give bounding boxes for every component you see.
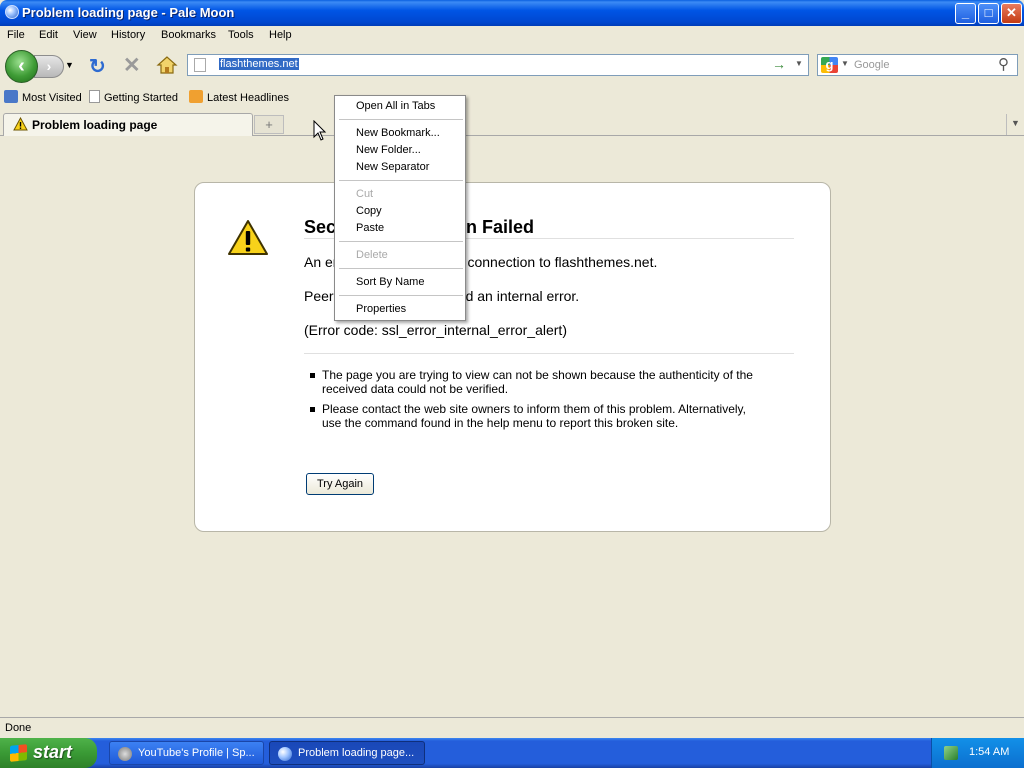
error-text: connection to flashthemes.net. (467, 254, 658, 270)
menu-separator (339, 295, 463, 296)
menu-file[interactable]: File (7, 29, 25, 41)
network-icon[interactable] (944, 746, 958, 760)
status-text: Done (5, 722, 32, 734)
error-page-container: Sec n Failed An er connection to flashthem… (194, 182, 831, 532)
menu-open-all-in-tabs[interactable]: Open All in Tabs (356, 100, 435, 112)
search-bar[interactable]: g ▼ Google ⚲ (817, 54, 1018, 76)
menu-history[interactable]: History (111, 29, 145, 41)
menu-separator (339, 180, 463, 181)
error-text: Peer (304, 288, 334, 304)
bullet-icon (310, 407, 315, 412)
bookmark-label: Getting Started (104, 92, 178, 104)
system-tray: 1:54 AM (931, 738, 1024, 768)
mouse-cursor-icon (313, 120, 327, 141)
clock[interactable]: 1:54 AM (969, 746, 1009, 758)
start-button[interactable]: start (0, 738, 97, 768)
error-code: (Error code: ssl_error_internal_error_al… (304, 322, 567, 338)
taskbar-item-problem-loading[interactable]: Problem loading page... (269, 741, 425, 765)
bookmark-label: Latest Headlines (207, 92, 289, 104)
menu-paste[interactable]: Paste (356, 222, 384, 234)
menu-new-separator[interactable]: New Separator (356, 161, 429, 173)
menu-tools[interactable]: Tools (228, 29, 254, 41)
menu-view[interactable]: View (73, 29, 97, 41)
menu-copy[interactable]: Copy (356, 205, 382, 217)
warning-icon (13, 117, 28, 131)
pale-moon-icon (5, 5, 19, 19)
bookmark-label: Most Visited (22, 92, 82, 104)
page-icon (89, 90, 100, 103)
bookmark-most-visited[interactable]: Most Visited (4, 90, 82, 104)
smart-folder-icon (4, 90, 18, 103)
search-icon[interactable]: ⚲ (998, 55, 1009, 73)
windows-logo-icon (10, 744, 27, 762)
title-bar[interactable]: Problem loading page - Pale Moon _ □ ✕ (0, 0, 1024, 26)
try-again-button[interactable]: Try Again (306, 473, 374, 495)
reload-icon[interactable]: ↻ (89, 54, 106, 79)
page-icon (194, 58, 206, 72)
minimize-button[interactable]: _ (955, 3, 976, 24)
bookmarks-context-menu: Open All in Tabs New Bookmark... New Fol… (334, 95, 466, 321)
navigation-toolbar: › ‹ ▼ ↻ ✕ flashthemes.net → ▼ g ▼ Google… (0, 46, 1024, 86)
taskbar-item-label: YouTube's Profile | Sp... (138, 747, 255, 759)
tab-label: Problem loading page (32, 118, 158, 132)
menu-bar: File Edit View History Bookmarks Tools H… (0, 26, 1024, 46)
bullet-text: The page you are trying to view can not … (322, 368, 753, 396)
menu-new-folder[interactable]: New Folder... (356, 144, 421, 156)
menu-help[interactable]: Help (269, 29, 292, 41)
bullet-icon (310, 373, 315, 378)
menu-delete[interactable]: Delete (356, 249, 388, 261)
menu-new-bookmark[interactable]: New Bookmark... (356, 127, 440, 139)
bullet-text: Please contact the web site owners to in… (322, 402, 746, 430)
menu-separator (339, 241, 463, 242)
close-button[interactable]: ✕ (1001, 3, 1022, 24)
menu-cut[interactable]: Cut (356, 188, 373, 200)
tab-strip: Problem loading page + ▼ (0, 110, 1024, 136)
page-content: Sec n Failed An er connection to flashthem… (0, 137, 1024, 717)
taskbar: start YouTube's Profile | Sp... Problem … (0, 738, 1024, 768)
history-dropdown-icon[interactable]: ▼ (65, 60, 74, 70)
error-title-left: Sec (304, 217, 337, 237)
menu-properties[interactable]: Properties (356, 303, 406, 315)
stop-icon[interactable]: ✕ (123, 53, 141, 78)
bookmark-latest-headlines[interactable]: Latest Headlines (189, 90, 289, 104)
list-item: Please contact the web site owners to in… (304, 402, 764, 430)
error-title-right: n Failed (466, 217, 535, 237)
url-dropdown-icon[interactable]: ▼ (795, 59, 803, 68)
error-text: d an internal error. (465, 288, 580, 304)
maximize-button[interactable]: □ (978, 3, 999, 24)
rss-feed-icon (189, 90, 203, 103)
menu-edit[interactable]: Edit (39, 29, 58, 41)
taskbar-item-label: Problem loading page... (298, 747, 415, 759)
tab-problem-loading-page[interactable]: Problem loading page (3, 113, 253, 136)
bookmarks-toolbar: Most Visited Getting Started Latest Head… (0, 86, 1024, 108)
search-placeholder[interactable]: Google (854, 59, 889, 71)
error-text: An er (304, 254, 338, 270)
window-title: Problem loading page - Pale Moon (22, 5, 235, 20)
google-icon[interactable]: g (821, 57, 838, 73)
menu-sort-by-name[interactable]: Sort By Name (356, 276, 424, 288)
list-all-tabs-icon[interactable]: ▼ (1006, 114, 1024, 135)
start-label: start (33, 742, 73, 762)
pale-moon-icon (278, 747, 292, 761)
list-item: The page you are trying to view can not … (304, 368, 764, 396)
forward-button[interactable]: › (34, 55, 64, 78)
menu-bookmarks[interactable]: Bookmarks (161, 29, 216, 41)
go-arrow-icon[interactable]: → (772, 56, 786, 72)
status-bar: Done (0, 717, 1024, 738)
menu-separator (339, 268, 463, 269)
search-engine-dropdown-icon[interactable]: ▼ (841, 59, 849, 68)
back-button[interactable]: ‹ (5, 50, 38, 83)
error-details-list: The page you are trying to view can not … (304, 368, 764, 436)
bookmark-getting-started[interactable]: Getting Started (89, 90, 178, 104)
url-bar[interactable]: flashthemes.net → ▼ (187, 54, 809, 76)
warning-icon (228, 220, 268, 255)
url-text[interactable]: flashthemes.net (219, 58, 299, 70)
home-icon[interactable] (156, 55, 178, 75)
menu-separator (339, 119, 463, 120)
divider (304, 353, 794, 354)
browser-icon (118, 747, 132, 761)
new-tab-button[interactable]: + (254, 115, 284, 134)
taskbar-item-youtube[interactable]: YouTube's Profile | Sp... (109, 741, 264, 765)
